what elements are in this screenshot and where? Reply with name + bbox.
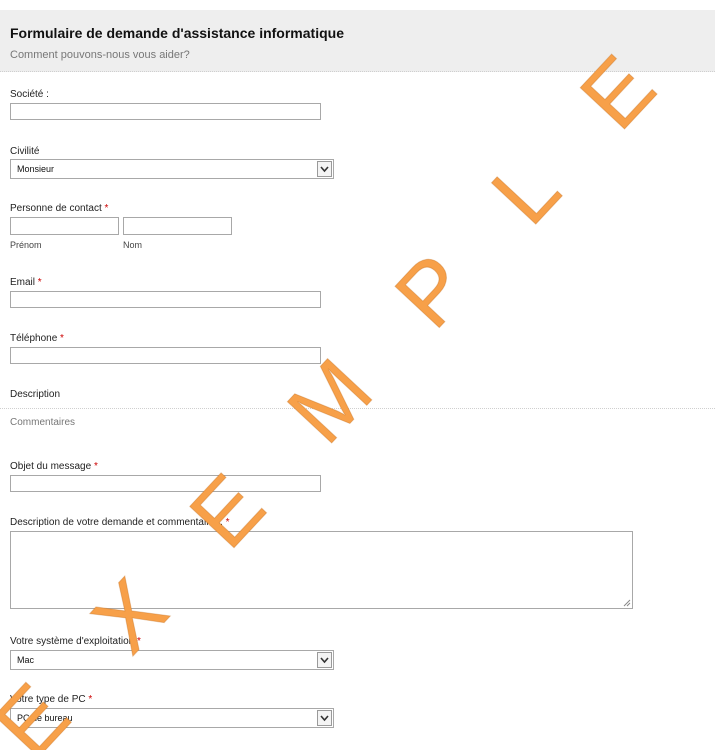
telephone-label: Téléphone * [10,333,64,344]
email-label: Email * [10,277,42,288]
section-subtitle: Commentaires [10,417,76,428]
civilite-label: Civilité [10,146,40,157]
form-title: Formulaire de demande d'assistance infor… [10,25,344,41]
societe-label: Société : [10,89,49,100]
os-value: Mac [17,655,35,665]
description-textarea[interactable] [10,531,633,609]
chevron-down-icon[interactable] [317,652,332,668]
civilite-value: Monsieur [17,164,55,174]
section-title: Description [10,389,61,400]
os-select[interactable]: Mac [10,650,334,670]
objet-label: Objet du message * [10,461,98,472]
description-label: Description de votre demande et commenta… [10,517,230,528]
societe-input[interactable] [10,103,321,120]
contact-last-name-input[interactable] [123,217,232,235]
email-input[interactable] [10,291,321,308]
os-label: Votre système d'exploitation * [10,636,141,647]
civilite-select[interactable]: Monsieur [10,159,334,179]
chevron-down-icon[interactable] [317,710,332,726]
pc-type-label: Votre type de PC * [10,694,93,705]
objet-input[interactable] [10,475,321,492]
form-header: Formulaire de demande d'assistance infor… [0,10,715,72]
first-name-sublabel: Prénom [10,240,42,250]
pc-type-value: PC de bureau [17,713,73,723]
last-name-sublabel: Nom [123,240,143,250]
resize-grip-icon[interactable] [623,599,631,607]
form-subtitle: Comment pouvons-nous vous aider? [10,49,190,61]
chevron-down-icon[interactable] [317,161,332,177]
contact-first-name-input[interactable] [10,217,119,235]
section-divider [0,408,715,409]
pc-type-select[interactable]: PC de bureau [10,708,334,728]
contact-label: Personne de contact * [10,203,109,214]
telephone-input[interactable] [10,347,321,364]
